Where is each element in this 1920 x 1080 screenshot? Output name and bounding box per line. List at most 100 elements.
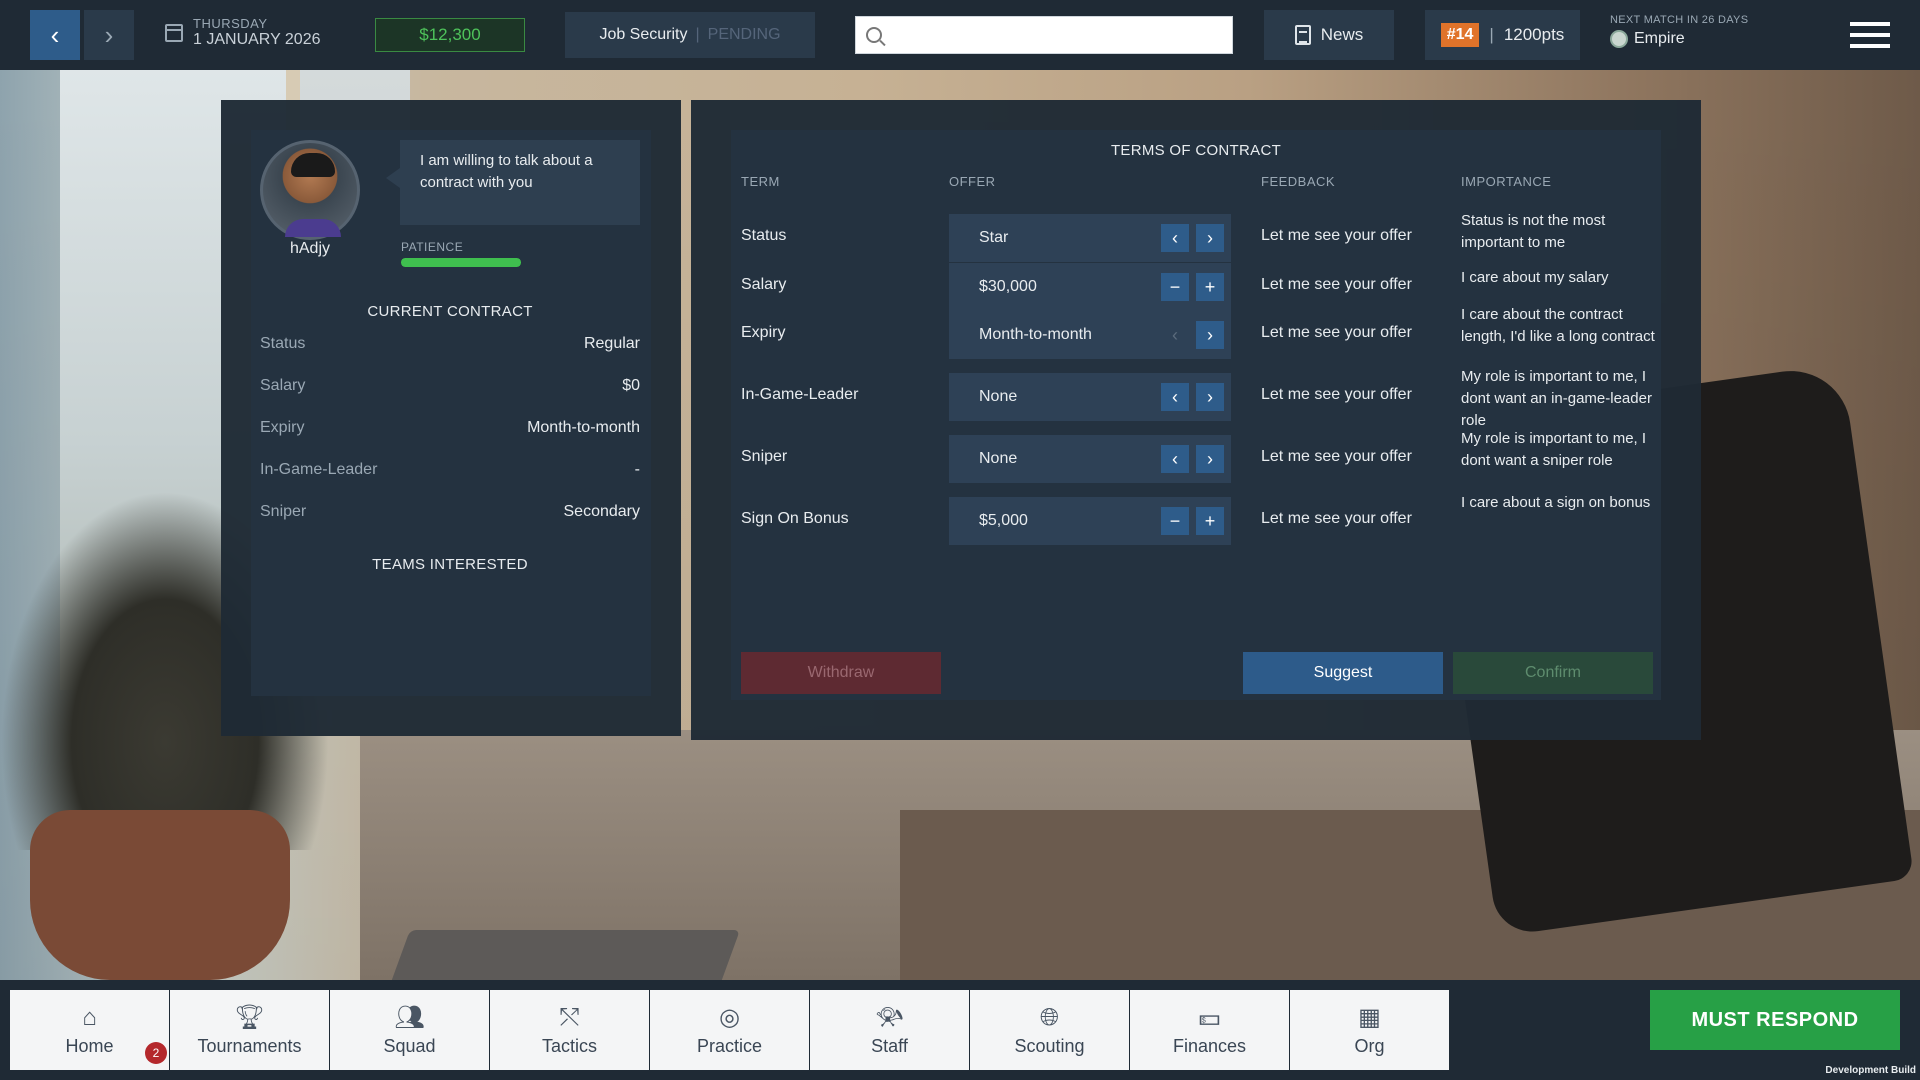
nav-label: Org — [1354, 1035, 1385, 1056]
chevron-left-icon: ‹ — [1172, 448, 1178, 469]
job-security-separator: | — [695, 26, 700, 43]
news-label: News — [1320, 25, 1364, 44]
previous-option-button[interactable]: ‹ — [1161, 445, 1189, 473]
contract-row-value: Month-to-month — [527, 419, 640, 436]
nav-squad-button[interactable]: 👥︎ Squad — [330, 990, 489, 1070]
search-icon — [866, 27, 882, 43]
whistle-icon: 📯︎ — [874, 1003, 905, 1031]
next-option-button[interactable]: › — [1196, 445, 1224, 473]
next-match-info[interactable]: NEXT MATCH IN 26 DAYS Empire — [1610, 14, 1748, 48]
search-bar[interactable] — [855, 16, 1233, 54]
withdraw-button[interactable]: Withdraw — [741, 652, 941, 694]
next-option-button[interactable]: › — [1196, 321, 1224, 349]
nav-label: Tournaments — [197, 1035, 302, 1056]
feedback-text: Let me see your offer — [1261, 386, 1412, 403]
users-icon: 👥︎ — [394, 1003, 425, 1031]
term-label: Sign On Bonus — [741, 510, 849, 527]
suggest-button[interactable]: Suggest — [1243, 652, 1443, 694]
nav-org-button[interactable]: ▦ Org — [1290, 990, 1449, 1070]
chevron-left-icon: ‹ — [1172, 227, 1178, 248]
teams-interested-title: TEAMS INTERESTED — [372, 556, 528, 573]
confirm-button[interactable]: Confirm — [1453, 652, 1653, 694]
back-button[interactable]: ‹ — [30, 10, 80, 60]
date-display[interactable]: THURSDAY 1 JANUARY 2026 — [165, 16, 320, 49]
decrease-button[interactable]: − — [1161, 273, 1189, 301]
offer-control: None ‹ › — [949, 435, 1231, 483]
contract-row: Expiry Month-to-month — [260, 419, 640, 437]
minus-icon: − — [1169, 276, 1181, 297]
previous-option-button[interactable]: ‹ — [1161, 383, 1189, 411]
offer-control: Month-to-month ‹ › — [949, 311, 1231, 359]
decrease-button[interactable]: − — [1161, 507, 1189, 535]
search-input[interactable] — [890, 17, 1232, 53]
job-security-button[interactable]: Job Security | PENDING — [565, 12, 815, 58]
globe-search-icon: 🌐︎ — [1039, 1003, 1060, 1031]
contract-row-value: $0 — [622, 377, 640, 394]
job-security-status: PENDING — [707, 26, 781, 43]
chevron-left-icon: ‹ — [50, 19, 60, 50]
calendar-icon — [165, 23, 183, 42]
laptop-illustration — [369, 930, 741, 980]
balance-display[interactable]: $12,300 — [375, 18, 525, 52]
plus-icon: + — [1204, 510, 1216, 531]
increase-button[interactable]: + — [1196, 507, 1224, 535]
current-contract-title: CURRENT CONTRACT — [367, 303, 533, 320]
minus-icon: − — [1169, 510, 1181, 531]
must-respond-button[interactable]: MUST RESPOND — [1650, 990, 1900, 1050]
importance-text: I care about my salary — [1461, 269, 1609, 286]
next-option-button[interactable]: › — [1196, 224, 1224, 252]
nav-tournaments-button[interactable]: 🏆︎ Tournaments — [170, 990, 329, 1070]
next-option-button[interactable]: › — [1196, 383, 1224, 411]
contract-row-value: Secondary — [563, 503, 641, 520]
importance-text: Status is not the most important to me — [1461, 212, 1606, 251]
chevron-right-icon: › — [1207, 324, 1213, 345]
contract-row-key: Sniper — [260, 503, 307, 520]
header-term: TERM — [741, 174, 780, 189]
ranking-button[interactable]: #14 | 1200pts — [1425, 10, 1580, 60]
term-label: Salary — [741, 276, 787, 293]
date-label: 1 JANUARY 2026 — [193, 31, 321, 48]
nav-label: Staff — [871, 1035, 908, 1056]
money-icon: 💵︎ — [1198, 1003, 1221, 1031]
previous-option-button[interactable]: ‹ — [1161, 224, 1189, 252]
news-icon — [1294, 25, 1311, 45]
top-bar: ‹ › THURSDAY 1 JANUARY 2026 $12,300 Job … — [0, 0, 1920, 70]
offer-value: Month-to-month — [979, 326, 1092, 343]
offer-control: $5,000 − + — [949, 497, 1231, 545]
offer-value: Star — [979, 229, 1009, 246]
nav-practice-button[interactable]: ◎ Practice — [650, 990, 809, 1070]
contract-row-key: Expiry — [260, 419, 305, 436]
feedback-text: Let me see your offer — [1261, 448, 1412, 465]
nav-home-button[interactable]: ⌂ Home 2 — [10, 990, 169, 1070]
news-button[interactable]: News — [1264, 10, 1394, 60]
chevron-left-icon: ‹ — [1172, 324, 1178, 345]
nav-tactics-button[interactable]: ⤲ Tactics — [490, 990, 649, 1070]
player-speech-bubble: I am willing to talk about a contract wi… — [386, 140, 640, 225]
contract-row-key: In-Game-Leader — [260, 461, 378, 478]
bottom-navigation: ⌂ Home 2 🏆︎ Tournaments 👥︎ Squad ⤲ Tactics ◎ Pract… — [0, 980, 1920, 1080]
chevron-right-icon: › — [1207, 227, 1213, 248]
contract-row: In-Game-Leader - — [260, 461, 640, 479]
player-name: hAdjy — [289, 240, 331, 257]
previous-option-button[interactable]: ‹ — [1161, 321, 1189, 349]
home-icon: ⌂ — [82, 1003, 97, 1031]
nav-label: Practice — [696, 1035, 763, 1056]
contract-row-value: - — [634, 461, 640, 478]
nav-scouting-button[interactable]: 🌐︎ Scouting — [970, 990, 1129, 1070]
increase-button[interactable]: + — [1196, 273, 1224, 301]
job-security-label: Job Security — [599, 26, 688, 43]
nav-staff-button[interactable]: 📯︎ Staff — [810, 990, 969, 1070]
patience-bar — [401, 258, 521, 267]
chevron-left-icon: ‹ — [1172, 386, 1178, 407]
patience-label: PATIENCE — [401, 240, 464, 254]
terms-panel-inner: TERMS OF CONTRACT TERM OFFER FEEDBACK IM… — [731, 130, 1661, 700]
feedback-text: Let me see your offer — [1261, 510, 1412, 527]
nav-finances-button[interactable]: 💵︎ Finances — [1130, 990, 1289, 1070]
team-logo-icon — [1610, 30, 1628, 48]
points-label: 1200pts — [1503, 25, 1565, 44]
hamburger-menu-icon[interactable] — [1850, 22, 1890, 48]
forward-button[interactable]: › — [84, 10, 134, 60]
term-label: Expiry — [741, 324, 786, 341]
tactics-icon: ⤲ — [559, 1003, 580, 1031]
importance-text: I care about a sign on bonus — [1461, 494, 1651, 511]
